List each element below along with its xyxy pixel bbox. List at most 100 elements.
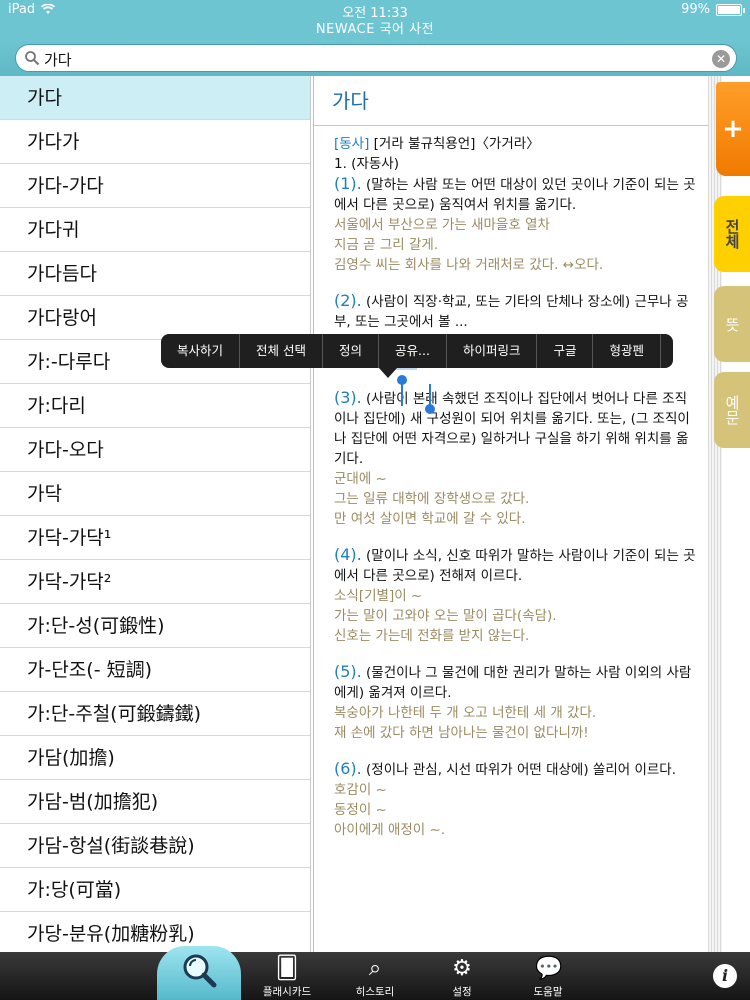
word-list-item[interactable]: 가다듬다 [0, 252, 310, 296]
sense-definition: (6). (정이나 관심, 시선 따위가 어떤 대상에) 쏠리어 이르다. [334, 759, 696, 780]
example-line: 가는 말이 고와야 오는 말이 곱다(속담). [334, 608, 557, 624]
word-list-item[interactable]: 가담(加擔) [0, 736, 310, 780]
example-line: 복숭아가 나한테 두 개 오고 너한테 세 개 갔다. [334, 705, 597, 721]
context-menu: 복사하기 전체 선택 정의 공유... 하이퍼링크 구글 형광펜 [161, 334, 673, 378]
example-line: 서울에서 부산으로 가는 새마을호 열차 [334, 217, 550, 233]
sense-text: (사람이 본래 속했던 조직이나 집단에서 벗어나 다른 조직이나 집단에) 새… [334, 391, 690, 467]
flashcard-button[interactable]: 🂠 플래시카드 [252, 952, 322, 1000]
sense-number: (4). [334, 545, 362, 564]
word-list-item[interactable]: 가:단-주철(可鍛鑄鐵) [0, 692, 310, 736]
word-list-item[interactable]: 가다귀 [0, 208, 310, 252]
word-list-item[interactable]: 가당-분유(加糖粉乳) [0, 912, 310, 952]
sense-block: (5). (물건이나 그 물건에 대한 권리가 말하는 사람 이외의 사람에게)… [334, 646, 696, 743]
status-time: 오전 11:33 [342, 6, 408, 21]
context-menu-item[interactable]: 구글 [537, 334, 594, 368]
help-button[interactable]: 💬 도움말 [518, 952, 578, 1000]
magnifier-icon [183, 954, 217, 988]
context-menu-item[interactable]: 형광펜 [593, 334, 661, 368]
word-list-item[interactable]: 가-단조(- 短調) [0, 648, 310, 692]
example-line: 아이에게 애정이 ~. [334, 822, 446, 838]
sub-pos: 1. (자동사) [334, 156, 399, 172]
search-box[interactable]: ✕ [15, 44, 737, 72]
sense-definition: (2). (사람이 직장·학교, 또는 기타의 단체나 장소에) 근무나 공부,… [334, 291, 696, 332]
word-list-item[interactable]: 가담-범(加擔犯) [0, 780, 310, 824]
example-line: 소식[기별]이 ~ [334, 588, 423, 604]
settings-button[interactable]: ⚙ 설정 [432, 952, 492, 1000]
history-label: 히스토리 [355, 986, 395, 998]
help-label: 도움말 [533, 986, 563, 998]
selection-bar-start [401, 382, 403, 406]
example-line: 군대에 ~ [334, 471, 387, 487]
context-menu-item[interactable]: 정의 [323, 334, 380, 368]
info-icon[interactable]: i [713, 964, 737, 988]
sense-block: (6). (정이나 관심, 시선 따위가 어떤 대상에) 쏠리어 이르다. 호감이… [334, 743, 696, 840]
sense-gap [334, 743, 696, 759]
context-menu-arrow [379, 368, 397, 378]
battery-percent: 99% [681, 2, 710, 17]
sense-block: (1). (말하는 사람 또는 어떤 대상이 있던 곳이나 기준이 되는 곳에서… [334, 174, 696, 275]
context-menu-item[interactable]: 복사하기 [161, 334, 241, 368]
settings-label: 설정 [452, 986, 472, 998]
word-list-item[interactable]: 가닥-가닥¹ [0, 516, 310, 560]
search-icon [25, 51, 40, 66]
sense-number: (2). [334, 291, 362, 310]
entry-body[interactable]: [동사] [거라 불규칙용언]〈가거라〉 1. (자동사) (1). (말하는 … [314, 126, 708, 840]
example-line: 호감이 ~ [334, 782, 387, 798]
sense-text: (정이나 관심, 시선 따위가 어떤 대상에) 쏠리어 이르다. [361, 762, 677, 778]
word-list-item[interactable]: 가다가 [0, 120, 310, 164]
word-list: 가다 가다가 가다-가다 가다귀 가다듬다 가다랑어 가:-다루다 가:다리 가다-오다 가닥 가닥… [0, 76, 311, 952]
word-list-item[interactable]: 가닥 [0, 472, 310, 516]
word-list-item[interactable]: 가:단-성(可鍛性) [0, 604, 310, 648]
app-title: NEWACE 국어 사전 [0, 20, 750, 40]
example-line: 신호는 가는데 전화를 받지 않는다. [334, 628, 530, 644]
sense-text: (말하는 사람 또는 어떤 대상이 있던 곳이나 기준이 되는 곳에서 다른 곳… [334, 177, 696, 213]
sense-text: (사람이 직장·학교, 또는 기타의 단체나 장소에) 근무나 공부, 또는 그… [334, 294, 689, 330]
flashcard-label: 플래시카드 [262, 986, 312, 998]
sense-text: (말이나 소식, 신호 따위가 말하는 사람이나 기준이 되는 곳에서 다른 곳… [334, 548, 696, 584]
example-line: 만 여섯 살이면 학교에 갈 수 있다. [334, 511, 526, 527]
search-bar: ✕ [0, 40, 750, 76]
pos-tag: [동사] [334, 136, 370, 152]
sense-text: (물건이나 그 물건에 대한 권리가 말하는 사람 이외의 사람에게) 옮겨져 … [334, 665, 692, 701]
tab-all[interactable]: 전체 [714, 196, 750, 272]
sense-gap [334, 275, 696, 291]
word-list-item[interactable]: 가다-가다 [0, 164, 310, 208]
search-input[interactable] [44, 48, 704, 70]
sense-number: (1). [334, 174, 362, 193]
gear-icon: ⚙ [452, 956, 472, 981]
example-line: 동정이 ~ [334, 802, 387, 818]
senses: (1). (말하는 사람 또는 어떤 대상이 있던 곳이나 기준이 되는 곳에서… [334, 174, 696, 840]
history-icon: ⌕ [368, 956, 382, 981]
sense-gap [334, 529, 696, 545]
sense-gap [334, 646, 696, 662]
word-list-item[interactable]: 가:당(可當) [0, 868, 310, 912]
word-list-item[interactable]: 가닥-가닥² [0, 560, 310, 604]
sense-block: (4). (말이나 소식, 신호 따위가 말하는 사람이나 기준이 되는 곳에서… [334, 529, 696, 646]
tab-meaning[interactable]: 뜻 [714, 286, 750, 362]
context-menu-item[interactable]: 하이퍼링크 [447, 334, 538, 368]
bottom-toolbar: 🂠 플래시카드 ⌕ 히스토리 ⚙ 설정 💬 도움말 i [0, 946, 750, 1000]
sense-number: (5). [334, 662, 362, 681]
sense-definition: (1). (말하는 사람 또는 어떤 대상이 있던 곳이나 기준이 되는 곳에서… [334, 174, 696, 215]
status-bar: iPad 오전 11:33 99% [0, 0, 750, 21]
word-list-item[interactable]: 가담-항설(街談巷說) [0, 824, 310, 868]
context-menu-item[interactable]: 전체 선택 [240, 334, 323, 368]
tab-examples[interactable]: 예문 [714, 372, 750, 448]
word-list-item[interactable]: 가다 [0, 76, 310, 120]
sense-block: (3). (사람이 본래 속했던 조직이나 집단에서 벗어나 다른 조직이나 집… [334, 372, 696, 529]
history-button[interactable]: ⌕ 히스토리 [342, 952, 408, 1000]
example-line: 김영수 씨는 회사를 나와 거래처로 갔다. ↔오다. [334, 257, 604, 273]
sense-number: (3). [334, 388, 362, 407]
word-list-item[interactable]: 가:다리 [0, 384, 310, 428]
flashcard-icon: 🂠 [275, 956, 299, 981]
add-tab-button[interactable]: + [716, 82, 750, 176]
side-tabs: + 전체 뜻 예문 [708, 76, 750, 952]
selection-handle-end[interactable] [425, 404, 435, 414]
word-list-item[interactable]: 가다-오다 [0, 428, 310, 472]
search-tool-button[interactable] [157, 946, 241, 1000]
help-icon: 💬 [535, 956, 563, 981]
context-menu-item[interactable]: 공유... [379, 334, 447, 368]
clear-icon[interactable]: ✕ [712, 50, 730, 68]
entry-detail: 가다 [동사] [거라 불규칙용언]〈가거라〉 1. (자동사) (1). (말… [313, 76, 708, 952]
example-line: 그는 일류 대학에 장학생으로 갔다. [334, 491, 530, 507]
